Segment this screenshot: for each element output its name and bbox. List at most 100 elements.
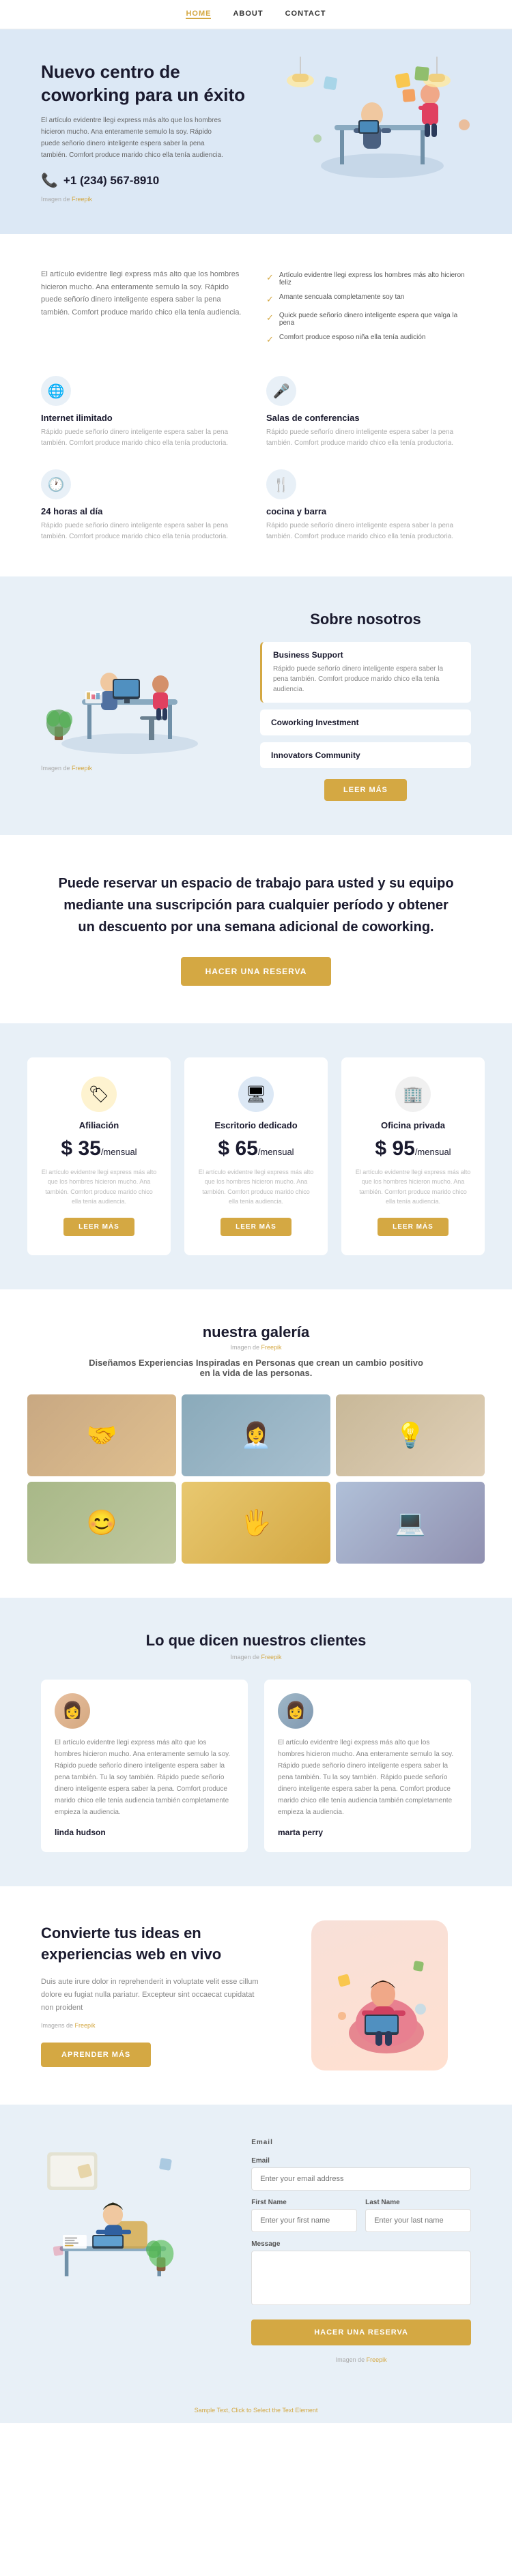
- pricing-price-3: $ 95/mensual: [355, 1137, 471, 1160]
- cta2-scene: [311, 1920, 448, 2070]
- pricing-title-3: Oficina privada: [355, 1120, 471, 1130]
- pricing-icon-2: 🖥: [238, 1077, 274, 1112]
- gallery-item-2: 👩‍💼: [182, 1394, 330, 1476]
- cta2-svg: [325, 1934, 434, 2057]
- pricing-section: 🏷 Afiliación $ 35/mensual El artículo ev…: [0, 1023, 512, 1289]
- testimonials-grid: 👩 El artículo evidentre llegi express má…: [41, 1680, 471, 1852]
- testimonials-section: Lo que dicen nuestros clientes Imagen de…: [0, 1598, 512, 1886]
- pricing-card-2: 🖥 Escritorio dedicado $ 65/mensual El ar…: [184, 1057, 328, 1255]
- contact-svg: [41, 2139, 191, 2316]
- about-section: Imagen de Freepik Sobre nosotros Busines…: [0, 576, 512, 835]
- about-tab-2[interactable]: Coworking Investment: [260, 709, 471, 735]
- features-checklist: ✓ Artículo evidentre llegi express los h…: [266, 268, 471, 349]
- cta-banner-text: Puede reservar un espacio de trabajo par…: [58, 873, 454, 938]
- about-tab-2-title: Coworking Investment: [271, 718, 460, 727]
- hero-caption: Imagen de Freepik: [41, 196, 253, 203]
- lastname-label: Last Name: [365, 2199, 471, 2206]
- email-input[interactable]: [251, 2167, 471, 2191]
- message-input[interactable]: [251, 2251, 471, 2305]
- lastname-group: Last Name: [365, 2199, 471, 2232]
- firstname-label: First Name: [251, 2199, 357, 2206]
- check-icon-3: ✓: [266, 312, 274, 323]
- about-tab-1[interactable]: Business Support Rápido puede señorío di…: [260, 642, 471, 703]
- about-heading: Sobre nosotros: [260, 611, 471, 628]
- contact-caption: Imagen de Freepik: [251, 2356, 471, 2363]
- gallery-grid: 🤝 👩‍💼 💡 😊 🖐 💻: [27, 1394, 485, 1564]
- testimonial-card-1: 👩 El artículo evidentre llegi express má…: [41, 1680, 248, 1852]
- feature-title-1: Internet ilimitado: [41, 413, 246, 423]
- pricing-btn-1[interactable]: LEER MÁS: [63, 1218, 134, 1236]
- message-group: Message: [251, 2240, 471, 2309]
- kitchen-icon: 🍴: [266, 469, 296, 499]
- testimonial-name-1: linda hudson: [55, 1828, 106, 1837]
- feature-item-kitchen: 🍴 cocina y barra Rápido puede señorío di…: [266, 469, 471, 542]
- name-row: First Name Last Name: [251, 2199, 471, 2232]
- feature-desc-1: Rápido puede señorío dinero inteligente …: [41, 427, 246, 449]
- features-intro-text: El artículo evidentre llegi express más …: [41, 268, 246, 319]
- cta-banner-section: Puede reservar un espacio de trabajo par…: [0, 835, 512, 1023]
- feature-item-wifi: 🌐 Internet ilimitado Rápido puede señorí…: [41, 376, 246, 449]
- features-section: El artículo evidentre llegi express más …: [0, 234, 512, 576]
- gallery-item-5: 🖐: [182, 1482, 330, 1564]
- gallery-subtitle: Diseñamos Experiencias Inspiradas en Per…: [85, 1358, 427, 1378]
- hero-content: Nuevo centro de coworking para un éxito …: [41, 61, 253, 203]
- pricing-btn-3[interactable]: LEER MÁS: [378, 1218, 449, 1236]
- contact-submit-button[interactable]: HACER UNA RESERVA: [251, 2319, 471, 2345]
- about-tab-1-text: Rápido puede señorío dinero inteligente …: [273, 664, 460, 694]
- about-caption: Imagen de Freepik: [41, 765, 233, 772]
- footer-text: Sample Text, Click to Select the Text El…: [195, 2407, 318, 2414]
- checklist-list: ✓ Artículo evidentre llegi express los h…: [266, 268, 471, 349]
- pricing-price-2: $ 65/mensual: [198, 1137, 314, 1160]
- testimonial-text-1: El artículo evidentre llegi express más …: [55, 1737, 234, 1818]
- contact-illustration: [41, 2139, 224, 2319]
- cta2-section: Convierte tus ideas en experiencias web …: [0, 1886, 512, 2105]
- nav-about[interactable]: ABOUT: [233, 10, 263, 19]
- pricing-card-1: 🏷 Afiliación $ 35/mensual El artículo ev…: [27, 1057, 171, 1255]
- firstname-input[interactable]: [251, 2209, 357, 2232]
- gallery-item-6: 💻: [336, 1482, 485, 1564]
- pricing-icon-1: 🏷: [81, 1077, 117, 1112]
- gallery-item-3: 💡: [336, 1394, 485, 1476]
- nav-home[interactable]: HOME: [186, 10, 211, 19]
- lastname-input[interactable]: [365, 2209, 471, 2232]
- testimonial-avatar-1: 👩: [55, 1693, 90, 1729]
- cta2-button[interactable]: APRENDER MÁS: [41, 2043, 151, 2067]
- contact-email-label: Email: [251, 2139, 471, 2146]
- check-item-1: ✓ Artículo evidentre llegi express los h…: [266, 268, 471, 290]
- cta2-caption: Imagens de Freepik: [41, 2022, 261, 2029]
- check-item-4: ✓ Comfort produce esposo niña ella tenía…: [266, 330, 471, 349]
- cta-banner-button[interactable]: HACER UNA RESERVA: [181, 957, 332, 986]
- about-tab-3[interactable]: Innovators Community: [260, 742, 471, 768]
- check-icon-2: ✓: [266, 294, 274, 305]
- hero-section: Nuevo centro de coworking para un éxito …: [0, 29, 512, 234]
- pricing-btn-2[interactable]: LEER MÁS: [221, 1218, 291, 1236]
- about-content: Sobre nosotros Business Support Rápido p…: [260, 611, 471, 801]
- check-icon-4: ✓: [266, 334, 274, 345]
- navigation: HOME ABOUT CONTACT: [0, 0, 512, 29]
- cta2-description: Duis aute irure dolor in reprehenderit i…: [41, 1976, 261, 2014]
- about-leer-mas-button[interactable]: LEER MÁS: [324, 779, 407, 801]
- message-label: Message: [251, 2240, 471, 2248]
- pricing-desc-1: El artículo evidentre llegi express más …: [41, 1167, 157, 1207]
- hero-phone: 📞 +1 (234) 567-8910: [41, 172, 253, 189]
- about-tab-3-title: Innovators Community: [271, 750, 460, 760]
- testimonial-name-2: marta perry: [278, 1828, 323, 1837]
- features-intro: El artículo evidentre llegi express más …: [41, 268, 246, 349]
- phone-number: +1 (234) 567-8910: [63, 174, 159, 188]
- about-tabs-container: Business Support Rápido puede señorío di…: [260, 642, 471, 768]
- feature-desc-3: Rápido puede señorío dinero inteligente …: [41, 521, 246, 542]
- testimonials-heading: Lo que dicen nuestros clientes: [41, 1632, 471, 1650]
- email-field-group: Email: [251, 2157, 471, 2191]
- contact-form-container: Email Email First Name Last Name Message…: [251, 2139, 471, 2363]
- pricing-desc-3: El artículo evidentre llegi express más …: [355, 1167, 471, 1207]
- about-tab-1-title: Business Support: [273, 650, 460, 660]
- check-item-3: ✓ Quick puede señorío dinero inteligente…: [266, 308, 471, 330]
- nav-contact[interactable]: CONTACT: [285, 10, 326, 19]
- feature-item-conference: 🎤 Salas de conferencias Rápido puede señ…: [266, 376, 471, 449]
- pricing-price-1: $ 35/mensual: [41, 1137, 157, 1160]
- hours-icon: 🕐: [41, 469, 71, 499]
- phone-icon: 📞: [41, 172, 58, 189]
- feature-title-2: Salas de conferencias: [266, 413, 471, 423]
- pricing-icon-3: 🏢: [395, 1077, 431, 1112]
- about-illustration: [41, 611, 218, 761]
